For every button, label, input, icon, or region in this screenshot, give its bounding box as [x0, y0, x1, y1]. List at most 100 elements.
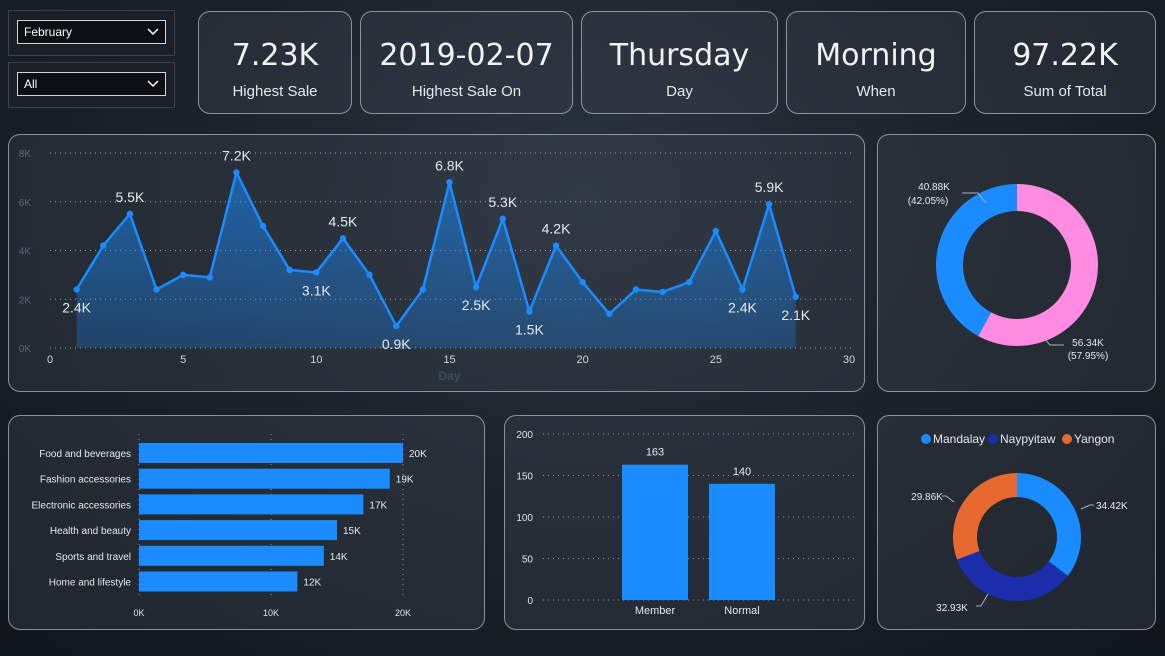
category-label: Normal: [724, 605, 759, 617]
data-point: [233, 169, 240, 176]
y-tick-label: 0: [527, 596, 533, 607]
donut-slice: [1017, 473, 1081, 576]
y-tick-label: 2K: [19, 295, 32, 306]
month-slicer: February: [8, 10, 175, 56]
data-point: [712, 227, 720, 235]
slice-value-label: 29.86K: [911, 492, 943, 503]
bar: [139, 545, 324, 566]
legend-marker: [988, 434, 998, 444]
data-label: 140: [733, 466, 751, 478]
x-tick-label: 20: [577, 354, 589, 366]
kpi-label: Highest Sale: [232, 83, 318, 100]
chevron-down-icon: [147, 80, 159, 88]
data-point: [765, 200, 773, 208]
area-fill: [76, 172, 796, 348]
kpi-card-day: Thursday Day: [581, 11, 778, 114]
slice-value-label: 32.93K: [936, 603, 968, 614]
kpi-label: Highest Sale On: [411, 83, 522, 100]
month-dropdown[interactable]: February: [17, 20, 166, 44]
data-label: 6.8K: [435, 157, 464, 173]
slice-value-label: 40.88K: [918, 182, 950, 193]
x-tick-label: 20K: [395, 608, 411, 618]
data-point: [446, 179, 453, 186]
data-label: 19K: [396, 475, 414, 486]
legend-marker: [921, 434, 931, 444]
y-tick-label: 150: [516, 472, 533, 483]
data-point: [552, 242, 560, 249]
slice-value-label: 34.42K: [1096, 501, 1128, 512]
bar: [139, 520, 337, 541]
kpi-value: 7.23K: [231, 38, 319, 73]
data-point: [526, 308, 533, 315]
data-point: [686, 278, 693, 286]
data-point: [313, 269, 320, 276]
kpi-label: Sum of Total: [1023, 83, 1107, 100]
segment-dropdown[interactable]: All: [17, 72, 166, 96]
leader-line: [976, 593, 989, 607]
bar: [139, 468, 390, 489]
data-point: [659, 288, 666, 296]
data-point: [579, 278, 586, 286]
bar: [139, 571, 298, 592]
kpi-card-when: Morning When: [786, 11, 966, 114]
category-label: Health and beauty: [50, 526, 131, 537]
data-point: [259, 222, 267, 230]
leader-line: [942, 495, 955, 503]
data-point: [393, 322, 400, 330]
kpi-card-sum-of-total: 97.22K Sum of Total: [974, 11, 1156, 114]
data-point: [126, 210, 134, 218]
category-label: Member: [635, 605, 676, 617]
data-point: [739, 286, 746, 293]
data-label: 163: [646, 447, 664, 459]
data-label: 2.4K: [62, 300, 91, 316]
data-label: 1.5K: [515, 321, 544, 337]
data-label: 5.3K: [488, 194, 517, 210]
kpi-value: 97.22K: [1012, 38, 1118, 73]
legend-label: Yangon: [1074, 432, 1114, 446]
data-label: 2.5K: [462, 297, 491, 313]
data-label: 5.9K: [755, 179, 784, 195]
slice-percent-label: (57.95%): [1068, 351, 1109, 362]
city-donut-chart[interactable]: Mandalay Naypyitaw Yangon 34.42K 32.93K 29.86…: [878, 416, 1157, 631]
share-donut-chart[interactable]: 40.88K (42.05%) 56.34K (57.95%): [878, 135, 1157, 393]
segment-slicer: All: [8, 62, 175, 108]
data-point: [419, 286, 427, 293]
data-label: 2.1K: [781, 307, 810, 323]
product-line-bar-chart[interactable]: 0K 10K 20K Food and beverages 20K Fashion acc…: [9, 416, 486, 631]
legend-label: Mandalay: [933, 432, 985, 446]
data-label: 4.5K: [329, 213, 358, 229]
data-label: 4.2K: [542, 221, 571, 237]
data-point: [153, 286, 160, 293]
segment-dropdown-value: All: [24, 77, 38, 91]
bar: [139, 494, 364, 515]
data-label: 5.5K: [115, 189, 144, 205]
x-tick-label: 10: [310, 354, 322, 366]
kpi-value: Thursday: [609, 38, 750, 73]
x-tick-label: 25: [710, 354, 722, 366]
data-point: [499, 215, 506, 223]
legend-label: Naypyitaw: [1000, 432, 1056, 446]
data-label: 12K: [303, 578, 321, 589]
customer-type-column-chart[interactable]: 0 50 100 150 200 163 Member 140 Normal: [505, 416, 866, 631]
data-point: [73, 286, 80, 293]
x-tick-label: 15: [443, 354, 455, 366]
y-tick-label: 8K: [19, 149, 32, 160]
data-label: 14K: [330, 552, 348, 563]
kpi-value: Morning: [815, 38, 937, 73]
daily-sales-chart-panel: 0K 2K 4K 6K 8K 0 5 10 15 20 25 30 Day 2.4K 5.5K 7.2K 3.1…: [8, 134, 865, 392]
data-point: [366, 271, 373, 279]
y-tick-label: 6K: [19, 198, 32, 209]
y-tick-label: 100: [516, 513, 533, 524]
y-tick-label: 50: [522, 555, 534, 566]
product-line-bar-panel: 0K 10K 20K Food and beverages 20K Fashion acc…: [8, 415, 485, 630]
bar: [139, 443, 403, 463]
month-dropdown-value: February: [24, 25, 73, 39]
column: [709, 483, 775, 600]
leader-line: [1080, 504, 1094, 510]
data-label: 0.9K: [382, 336, 411, 352]
customer-type-column-panel: 0 50 100 150 200 163 Member 140 Normal: [504, 415, 865, 630]
share-donut-panel: 40.88K (42.05%) 56.34K (57.95%): [877, 134, 1156, 392]
data-point: [339, 235, 347, 242]
legend-marker: [1062, 434, 1072, 444]
daily-sales-area-chart[interactable]: 0K 2K 4K 6K 8K 0 5 10 15 20 25 30 Day 2.4K 5.5K 7.2K 3.1…: [9, 135, 866, 393]
